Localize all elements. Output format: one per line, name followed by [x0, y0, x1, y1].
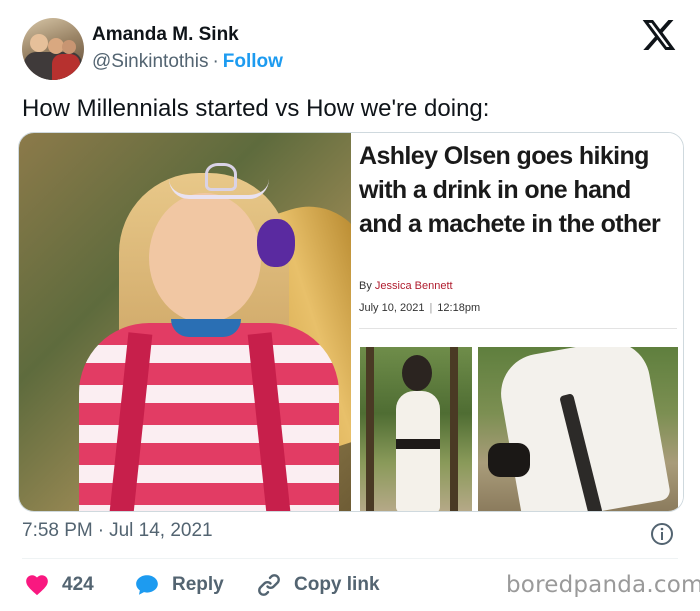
article-time: 12:18pm: [437, 302, 481, 314]
article-dateline: July 10, 2021 | 12:18pm: [359, 302, 480, 314]
copy-link-button[interactable]: Copy link: [256, 572, 380, 598]
boredpanda-watermark: boredpanda.com: [506, 572, 700, 598]
reply-bubble-icon: [136, 575, 158, 595]
footer-divider: [22, 558, 678, 559]
separator-dot: ·: [212, 51, 219, 72]
news-article-screenshot[interactable]: Ashley Olsen goes hiking with a drink in…: [359, 133, 683, 511]
user-handle-row: @Sinkintothis · Follow: [92, 51, 283, 73]
article-headline: Ashley Olsen goes hiking with a drink in…: [359, 142, 661, 238]
article-author: Jessica Bennett: [374, 280, 453, 292]
user-name[interactable]: Amanda M. Sink: [92, 24, 239, 46]
tweet-card: Amanda M. Sink @Sinkintothis · Follow How …: [0, 0, 700, 611]
article-date: July 10, 2021: [359, 302, 425, 314]
tweet-time[interactable]: 7:58 PM: [22, 520, 93, 541]
childhood-photo[interactable]: [19, 133, 351, 511]
byline-prefix: By: [359, 280, 372, 292]
article-rule: [359, 328, 677, 329]
copy-link-label: Copy link: [294, 574, 380, 595]
user-handle[interactable]: @Sinkintothis: [92, 51, 208, 72]
info-icon[interactable]: [650, 522, 674, 546]
reply-label: Reply: [172, 574, 224, 595]
hiking-photo-closeup: [478, 347, 678, 511]
like-button[interactable]: 424: [24, 572, 94, 598]
tweet-timestamp[interactable]: 7:58 PM · Jul 14, 2021: [22, 520, 213, 542]
like-count: 424: [62, 574, 94, 595]
article-byline: By Jessica Bennett: [359, 280, 453, 292]
follow-button[interactable]: Follow: [223, 51, 283, 72]
dateline-separator: |: [429, 302, 433, 314]
tweet-text: How Millennials started vs How we're doi…: [22, 95, 490, 122]
tweet-media[interactable]: Ashley Olsen goes hiking with a drink in…: [18, 132, 684, 512]
reply-button[interactable]: Reply: [134, 572, 224, 598]
tweet-date[interactable]: Jul 14, 2021: [109, 520, 213, 541]
link-icon: [258, 574, 280, 596]
timestamp-separator: ·: [97, 520, 105, 541]
avatar[interactable]: [22, 18, 84, 80]
hiking-photo-full: [360, 347, 472, 511]
media-divider: [351, 133, 359, 511]
heart-icon: [26, 575, 48, 596]
x-logo-icon[interactable]: [642, 20, 676, 50]
